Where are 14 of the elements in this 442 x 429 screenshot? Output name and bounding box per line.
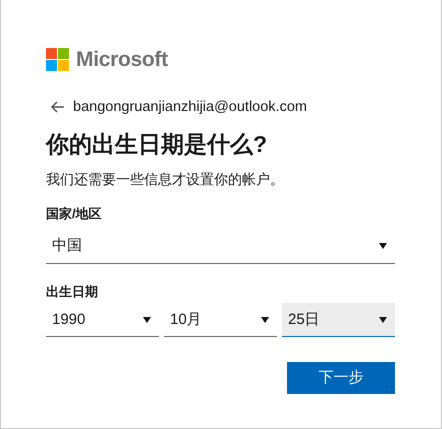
brand-name: Microsoft bbox=[76, 47, 168, 73]
dropdown-field[interactable]: 25日 bbox=[282, 303, 395, 338]
caret-icon bbox=[379, 243, 387, 250]
caret-icon bbox=[143, 316, 151, 323]
caret-icon bbox=[261, 316, 269, 323]
caret-icon bbox=[379, 316, 387, 323]
subtitle: 我们还需要一些信息才设置你的帐户。 bbox=[46, 170, 285, 190]
account-email: bangongruanjianzhijia@outlook.com bbox=[73, 98, 307, 116]
field-label: 出生日期 bbox=[46, 282, 99, 301]
four-squares-logo-icon bbox=[46, 48, 69, 72]
page-heading: 你的出生日期是什么? bbox=[46, 130, 268, 160]
back-arrow-icon[interactable] bbox=[51, 100, 65, 114]
field-label: 国家/地区 bbox=[46, 205, 103, 224]
next-button[interactable]: 下一步 bbox=[287, 362, 395, 394]
